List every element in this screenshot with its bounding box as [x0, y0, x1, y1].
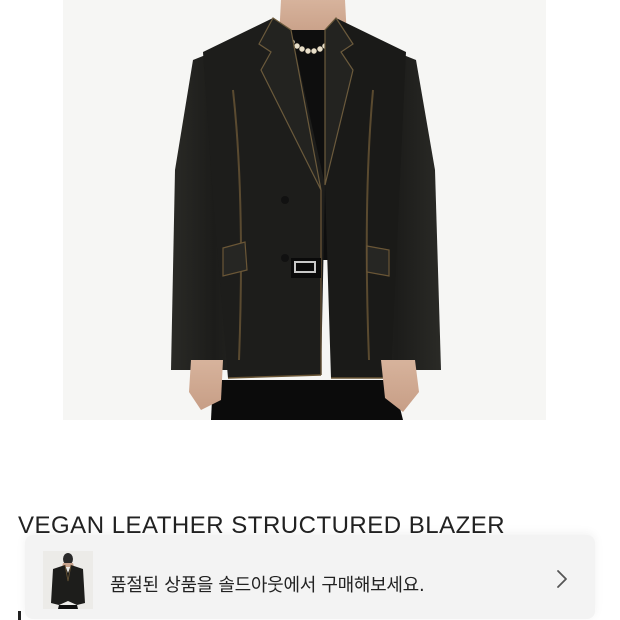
product-image [63, 0, 546, 420]
product-page: VEGAN LEATHER STRUCTURED BLAZER 품절된 상품을 … [0, 0, 620, 620]
banner-thumbnail [43, 551, 93, 609]
soldout-message: 품절된 상품을 솔드아웃에서 구매해보세요. [110, 575, 425, 596]
chevron-right-icon[interactable] [555, 569, 569, 589]
blazer-illustration [63, 0, 546, 420]
blazer-thumbnail-icon [43, 551, 93, 609]
soldout-banner[interactable]: 품절된 상품을 솔드아웃에서 구매해보세요. [25, 535, 595, 619]
partial-text-edge [18, 611, 21, 620]
